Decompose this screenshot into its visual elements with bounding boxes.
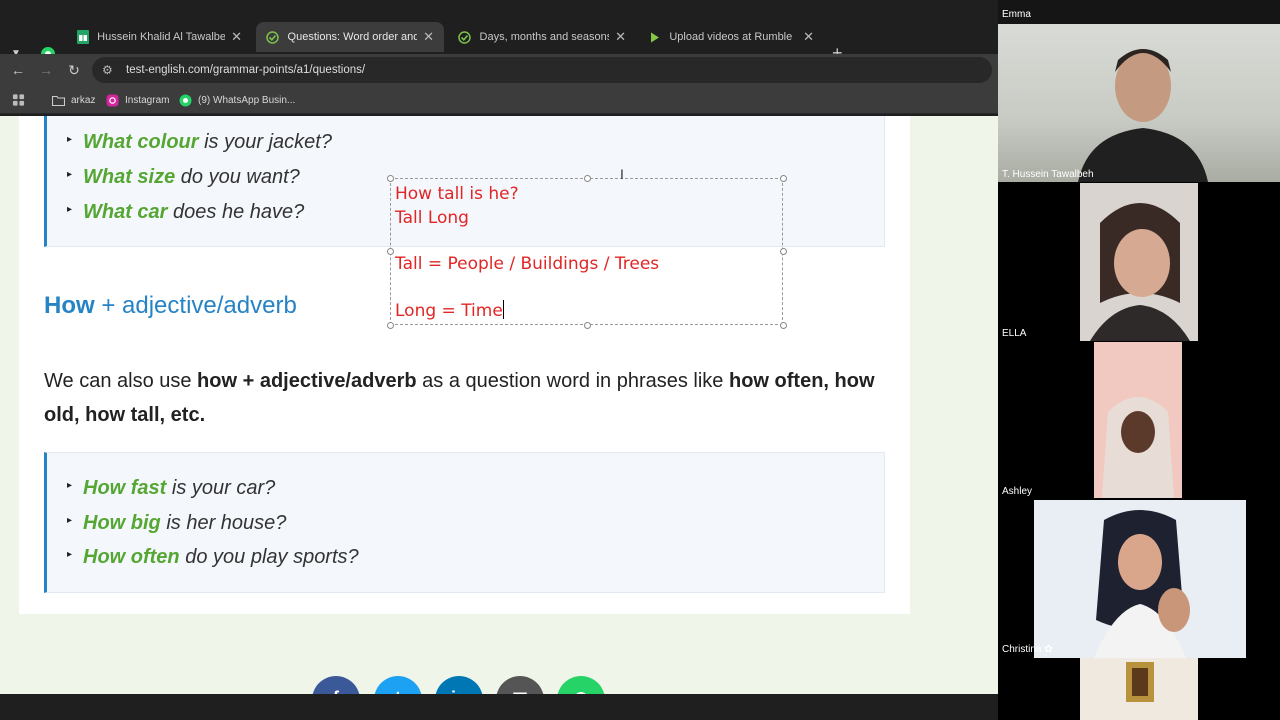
tab-sheets[interactable]: Hussein Khalid Al Tawalbeh - G ✕ xyxy=(66,22,252,52)
folder-icon xyxy=(52,94,65,107)
participant-tile-christina[interactable] xyxy=(1034,500,1246,658)
whatsapp-share-icon[interactable]: ◎ xyxy=(557,676,605,694)
resize-handle[interactable] xyxy=(387,175,394,182)
list-item: How fast is your car? xyxy=(67,477,275,500)
participant-tile-ella[interactable] xyxy=(1080,183,1198,341)
facebook-icon[interactable]: f xyxy=(312,676,360,694)
bookmark-label: Instagram xyxy=(125,94,170,106)
sheets-icon xyxy=(76,30,89,44)
tab-questions[interactable]: Questions: Word order and que ✕ xyxy=(256,22,444,52)
text-caret xyxy=(502,300,504,319)
list-item: What car does he have? xyxy=(67,201,304,224)
tab-label: Upload videos at Rumble xyxy=(669,31,793,43)
forward-arrow-icon[interactable]: → xyxy=(36,60,56,80)
resize-handle[interactable] xyxy=(780,175,787,182)
resize-handle[interactable] xyxy=(387,322,394,329)
close-icon[interactable]: ✕ xyxy=(231,29,242,45)
christina-video-frame xyxy=(1094,510,1190,658)
tab-label: Days, months and seasons – A1 xyxy=(479,31,610,43)
participant-name: ELLA xyxy=(1002,328,1027,339)
example-box-how: How fast is your car? How big is her hou… xyxy=(44,452,885,593)
annotation-line: Tall Long xyxy=(395,208,469,228)
site-info-icon[interactable]: ⚙ xyxy=(102,57,113,83)
email-icon[interactable]: ✉ xyxy=(496,676,544,694)
back-arrow-icon[interactable]: ← xyxy=(8,60,28,80)
annotation-textbox[interactable]: How tall is he? Tall Long Tall = People … xyxy=(387,175,787,329)
host-badge-icon: ✿ xyxy=(1044,644,1053,655)
page-viewport: What colour is your jacket? What size do… xyxy=(0,116,998,694)
explanation-paragraph: We can also use how + adjective/adverb a… xyxy=(44,370,875,426)
tab-days-months[interactable]: Days, months and seasons – A1 ✕ xyxy=(448,22,636,52)
reload-icon[interactable]: ↻ xyxy=(64,60,84,80)
tab-label: Questions: Word order and que xyxy=(287,31,418,43)
bookmark-whatsapp[interactable]: (9) WhatsApp Busin... xyxy=(179,92,295,108)
extra-video-frame xyxy=(1126,662,1154,702)
participant-tile-emma[interactable] xyxy=(998,0,1280,24)
check-icon xyxy=(266,30,280,44)
resize-handle[interactable] xyxy=(584,322,591,329)
ashley-video-frame xyxy=(1102,397,1174,498)
participant-name: T. Hussein Tawalbeh xyxy=(1002,169,1094,180)
participant-name: Ashley xyxy=(1002,486,1033,497)
whatsapp-icon xyxy=(179,94,192,107)
address-bar[interactable]: ⚙ test-english.com/grammar-points/a1/que… xyxy=(92,57,992,83)
list-item: How big is her house? xyxy=(67,512,286,535)
bookmark-label: (9) WhatsApp Busin... xyxy=(198,94,296,106)
bookmark-label: arkaz xyxy=(71,94,96,106)
rumble-icon xyxy=(648,30,661,44)
participant-tile-ashley[interactable] xyxy=(1094,342,1182,498)
tab-rumble[interactable]: Upload videos at Rumble ✕ xyxy=(638,22,824,52)
close-icon[interactable]: ✕ xyxy=(423,29,434,45)
section-heading: How + adjective/adverb xyxy=(44,292,297,319)
list-item: How often do you play sports? xyxy=(67,546,359,569)
participant-name: Emma xyxy=(1002,9,1031,20)
resize-handle[interactable] xyxy=(780,322,787,329)
annotation-line: How tall is he? xyxy=(395,184,519,204)
annotation-line: Tall = People / Buildings / Trees xyxy=(395,254,660,274)
resize-handle[interactable] xyxy=(780,248,787,255)
instagram-icon xyxy=(106,94,119,107)
browser-window: ▼ Hussein Khalid Al Tawalbeh - G ✕ Quest… xyxy=(0,0,998,720)
tab-label: Hussein Khalid Al Tawalbeh - G xyxy=(97,31,226,43)
participant-name: Christina ✿ xyxy=(1002,644,1053,655)
url-text: test-english.com/grammar-points/a1/quest… xyxy=(126,64,366,76)
annotation-line-editing: Long = Time xyxy=(395,300,504,321)
resize-handle[interactable] xyxy=(387,248,394,255)
tab-bar: ▼ Hussein Khalid Al Tawalbeh - G ✕ Quest… xyxy=(0,18,998,63)
apps-grid-icon[interactable] xyxy=(12,92,31,108)
ella-video-frame xyxy=(1090,203,1190,341)
toolbar: ← → ↻ ⚙ test-english.com/grammar-points/… xyxy=(0,54,998,86)
host-video-frame xyxy=(1078,49,1208,182)
resize-handle[interactable] xyxy=(584,175,591,182)
participant-tile-extra[interactable] xyxy=(1080,658,1198,720)
video-participants-panel: Emma T. Hussein Tawalbeh ELLA Ashley Chr… xyxy=(998,0,1280,720)
list-item: What size do you want? xyxy=(67,166,300,189)
bookmark-instagram[interactable]: Instagram xyxy=(106,92,169,108)
text-cursor-icon: I xyxy=(620,166,624,182)
close-icon[interactable]: ✕ xyxy=(803,29,814,45)
twitter-icon[interactable]: t xyxy=(374,676,422,694)
close-icon[interactable]: ✕ xyxy=(615,29,626,45)
list-item: What colour is your jacket? xyxy=(67,131,332,154)
linkedin-icon[interactable]: in xyxy=(435,676,483,694)
participant-tile-host[interactable] xyxy=(998,24,1280,182)
check-icon xyxy=(458,30,472,44)
bookmarks-bar: arkaz Instagram (9) WhatsApp Busin... xyxy=(0,86,998,114)
bookmark-arkaz[interactable]: arkaz xyxy=(52,92,95,108)
